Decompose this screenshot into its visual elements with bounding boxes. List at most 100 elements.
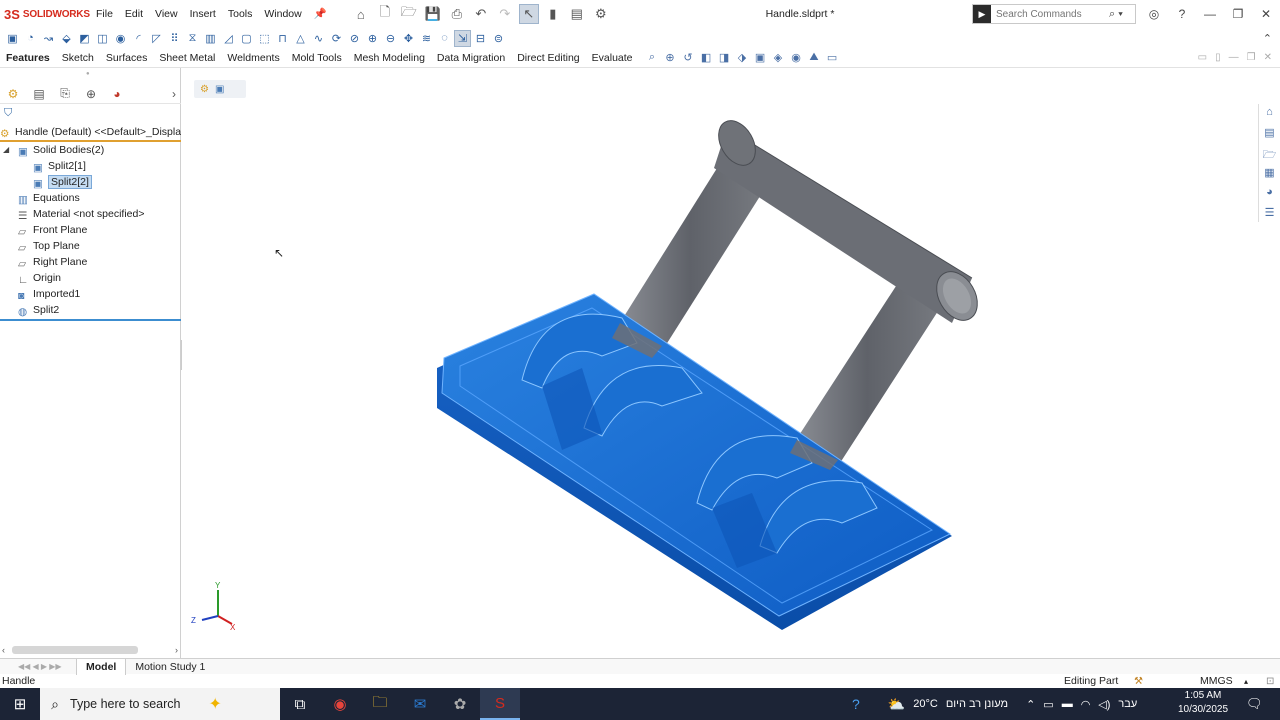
tree-item-front-plane[interactable]: ▱ Front Plane: [0, 222, 181, 238]
displaymanager-tab-icon[interactable]: ◕: [104, 87, 130, 101]
horizontal-scrollbar[interactable]: ‹ ›: [0, 644, 181, 656]
unit-system[interactable]: MMGS: [1200, 675, 1233, 687]
tree-item-origin[interactable]: ∟ Origin: [0, 270, 181, 286]
tree-item-imported1[interactable]: ◙ Imported1: [0, 286, 181, 302]
propertymanager-tab-icon[interactable]: ▤: [26, 87, 52, 101]
search-icon[interactable]: ⌕ ▾: [1109, 8, 1123, 21]
zoom-to-fit-icon[interactable]: ⌕: [645, 51, 660, 64]
tab-data-migration[interactable]: Data Migration: [431, 48, 511, 68]
file-explorer-taskbar-icon[interactable]: 🗀: [360, 688, 400, 720]
redo-icon[interactable]: ↷: [495, 4, 515, 24]
draft-icon[interactable]: ◿: [220, 30, 237, 47]
design-library-icon[interactable]: ▤: [1264, 126, 1274, 142]
pin-menu-icon[interactable]: 📌: [308, 0, 333, 28]
menu-view[interactable]: View: [149, 0, 184, 28]
tree-item-split2-2[interactable]: ▣ Split2[2]: [0, 174, 181, 190]
wifi-icon[interactable]: ◠: [1081, 698, 1091, 711]
task-view-icon[interactable]: ⧉: [280, 688, 320, 720]
instant3d-icon[interactable]: ⟳: [328, 30, 345, 47]
rollback-bar[interactable]: [0, 319, 181, 321]
featuremanager-tab-icon[interactable]: ⚙: [0, 87, 26, 101]
reference-geometry-icon[interactable]: △: [292, 30, 309, 47]
section-view-icon[interactable]: ⊟: [472, 30, 489, 47]
combine-icon[interactable]: ⊕: [364, 30, 381, 47]
tree-item-top-plane[interactable]: ▱ Top Plane: [0, 238, 181, 254]
outlook-icon[interactable]: ✉: [400, 688, 440, 720]
tab-motion-study[interactable]: Motion Study 1: [126, 659, 214, 675]
mirror-icon[interactable]: ⧖: [184, 30, 201, 47]
swept-boss-icon[interactable]: ↝: [40, 30, 57, 47]
view-settings-icon[interactable]: ▭: [825, 51, 840, 64]
custom-properties-icon[interactable]: ☰: [1265, 206, 1275, 222]
configurationmanager-tab-icon[interactable]: ⎘: [52, 86, 78, 101]
select-pointer-icon[interactable]: ↖: [518, 4, 539, 24]
tab-evaluate[interactable]: Evaluate: [586, 48, 639, 68]
file-explorer-icon[interactable]: 🗁: [1263, 146, 1277, 162]
chevron-right-icon[interactable]: ›: [167, 87, 181, 101]
home-icon[interactable]: ⌂: [351, 4, 371, 24]
collapse-ribbon-icon[interactable]: ⌃: [1263, 32, 1272, 45]
appearances-icon[interactable]: ◕: [1266, 186, 1273, 202]
zoom-area-icon[interactable]: ⊕: [663, 51, 678, 64]
linear-pattern-icon[interactable]: ⠿: [166, 30, 183, 47]
hide-show-icon[interactable]: ◈: [771, 51, 786, 64]
delete-body-icon[interactable]: ⊖: [382, 30, 399, 47]
move-copy-body-icon[interactable]: ✥: [400, 30, 417, 47]
collapse-arrow-icon[interactable]: ◢: [3, 142, 9, 158]
tree-item-split2-1[interactable]: ▣ Split2[1]: [0, 158, 181, 174]
fillet-icon[interactable]: ◜: [130, 30, 147, 47]
instant3d-toggle-icon[interactable]: ⇲: [454, 29, 471, 47]
tab-model[interactable]: Model: [76, 658, 127, 675]
split-icon[interactable]: ⊘: [346, 30, 363, 47]
tree-item-material[interactable]: ☰ Material <not specified>: [0, 206, 181, 222]
print-icon[interactable]: ⎙: [447, 4, 467, 24]
hole-wizard-icon[interactable]: ◉: [112, 30, 129, 47]
previous-view-icon[interactable]: ↺: [681, 51, 696, 64]
help-tray-icon[interactable]: ?: [852, 696, 860, 712]
open-icon[interactable]: 🗁: [399, 4, 419, 24]
doc-restore-icon[interactable]: ❐: [1247, 48, 1256, 68]
extruded-cut-icon[interactable]: ◫: [94, 30, 111, 47]
undo-icon[interactable]: ↶: [471, 4, 491, 24]
tab-sheet-metal[interactable]: Sheet Metal: [153, 48, 221, 68]
minimize-button[interactable]: —: [1196, 7, 1224, 21]
tab-navigation-arrows[interactable]: ◀◀ ◀ ▶ ▶▶: [0, 662, 76, 671]
solidworks-resources-icon[interactable]: ⌂: [1266, 106, 1273, 122]
traffic-light-icon[interactable]: ▮: [543, 4, 563, 24]
lofted-boss-icon[interactable]: ⬙: [58, 30, 75, 47]
tab-sketch[interactable]: Sketch: [56, 48, 100, 68]
tree-item-solid-bodies[interactable]: ◢ ▣ Solid Bodies(2): [0, 142, 181, 158]
section-view-icon[interactable]: ◧: [699, 51, 714, 64]
close-button[interactable]: ✕: [1252, 7, 1280, 21]
tab-surfaces[interactable]: Surfaces: [100, 48, 153, 68]
rib-icon[interactable]: ▥: [202, 30, 219, 47]
units-dropdown-icon[interactable]: ▴: [1244, 677, 1248, 686]
windows-start-icon[interactable]: ⊞: [0, 695, 40, 713]
scroll-right-icon[interactable]: ›: [175, 645, 178, 655]
filter-icon[interactable]: ⛉: [4, 107, 12, 120]
rebuild-icon[interactable]: ⚒: [1134, 676, 1143, 687]
help-icon[interactable]: ?: [1168, 7, 1196, 21]
app-icon[interactable]: ✿: [440, 688, 480, 720]
tab-weldments[interactable]: Weldments: [221, 48, 285, 68]
tree-item-split2[interactable]: ◍ Split2: [0, 302, 181, 318]
tray-chevron-icon[interactable]: ⌃: [1026, 698, 1035, 711]
file-properties-icon[interactable]: ▤: [567, 4, 587, 24]
graphics-area[interactable]: ⚙ ▣ Y X Z ↖ ⌂ ▤ 🗁 ▦ ◕ ☰: [182, 68, 1280, 658]
taskbar-search[interactable]: ⌕ Type here to search ✦: [40, 688, 280, 720]
view-orientation-icon[interactable]: ⬗: [735, 51, 750, 64]
chamfer-icon[interactable]: ◸: [148, 30, 165, 47]
curves-icon[interactable]: ∿: [310, 30, 327, 47]
dynamic-annotation-icon[interactable]: ◨: [717, 51, 732, 64]
tab-direct-editing[interactable]: Direct Editing: [511, 48, 585, 68]
notifications-icon[interactable]: 🗨: [1246, 696, 1263, 712]
resize-grip-icon[interactable]: ⊡: [1266, 676, 1274, 687]
tile-icon[interactable]: ▭: [1198, 48, 1207, 68]
scroll-left-icon[interactable]: ‹: [2, 645, 5, 655]
tree-item-equations[interactable]: ▥ Equations: [0, 190, 181, 206]
new-document-icon[interactable]: 🗋: [375, 4, 395, 24]
weather-text[interactable]: מעונן רב היום: [946, 698, 1008, 710]
menu-tools[interactable]: Tools: [222, 0, 259, 28]
edit-appearance-icon[interactable]: ◉: [789, 51, 804, 64]
copilot-sparkle-icon[interactable]: ✦: [208, 694, 221, 714]
